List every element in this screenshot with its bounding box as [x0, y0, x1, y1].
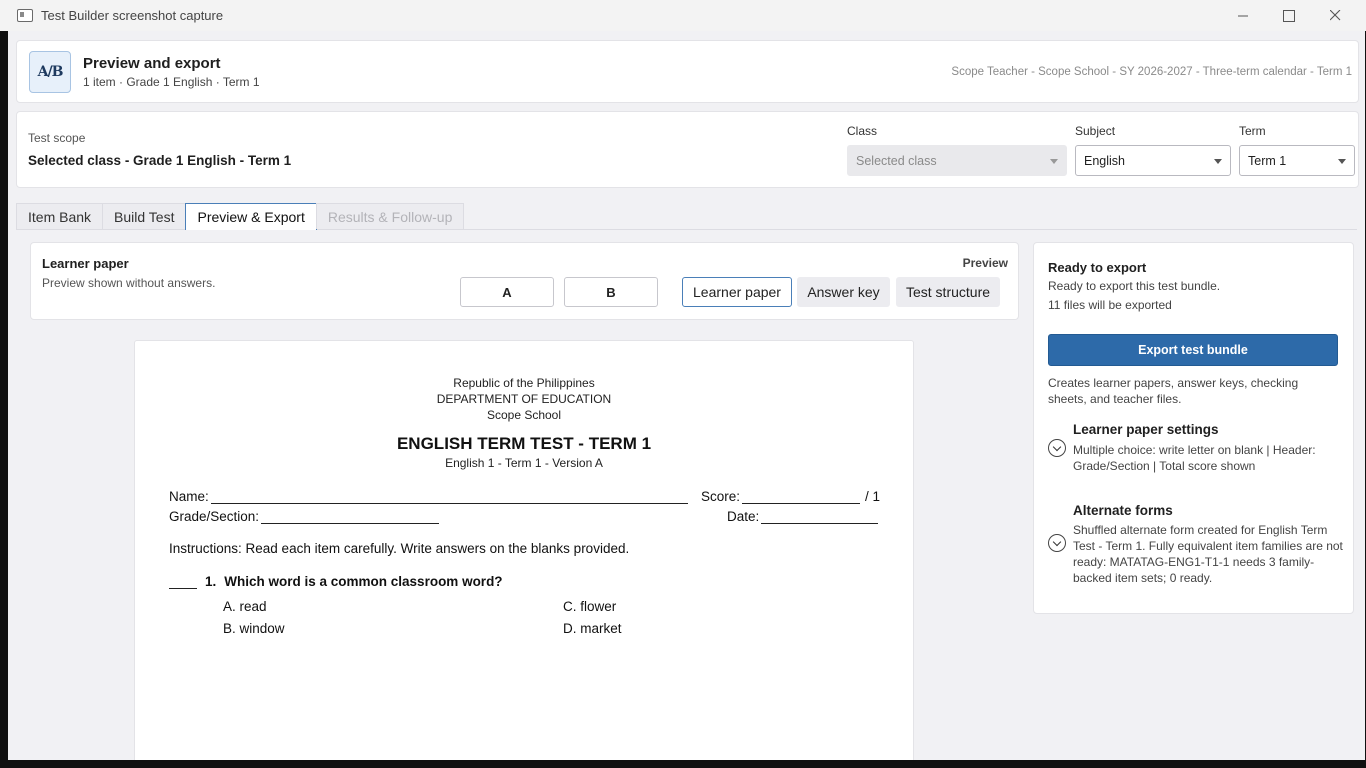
alternate-forms-body: Shuffled alternate form created for Engl… [1073, 523, 1343, 585]
page-header: A/B Preview and export 1 item · Grade 1 … [16, 40, 1359, 103]
tab-preview-export[interactable]: Preview & Export [185, 203, 317, 230]
choice-c: C. flower [563, 599, 617, 614]
grade-label: Grade/Section: [169, 509, 260, 524]
name-blank [210, 489, 688, 504]
paper-department-line: DEPARTMENT OF EDUCATION [436, 392, 612, 406]
date-field: Date: [727, 509, 879, 524]
maximize-button[interactable] [1266, 0, 1312, 31]
answer-blank [169, 574, 197, 589]
answer-key-toggle[interactable]: Answer key [797, 277, 890, 307]
test-scope-panel: Test scope Selected class - Grade 1 Engl… [16, 111, 1359, 188]
learner-paper-preview: Republic of the Philippines DEPARTMENT O… [134, 340, 914, 760]
name-label: Name: [169, 489, 209, 504]
chevron-down-icon[interactable] [1048, 439, 1066, 457]
page-title: Preview and export [83, 55, 221, 72]
window-titlebar: Test Builder screenshot capture [0, 0, 1366, 31]
close-button[interactable] [1312, 0, 1358, 31]
page-subtitle: 1 item · Grade 1 English · Term 1 [83, 75, 260, 89]
tab-item-bank[interactable]: Item Bank [16, 203, 104, 229]
name-field: Name: [169, 489, 688, 504]
choice-b: B. window [223, 621, 285, 636]
paper-instructions: Instructions: Read each item carefully. … [169, 541, 630, 556]
question-1: 1. Which word is a common classroom word… [169, 574, 503, 589]
user-context: Scope Teacher - Scope School - SY 2026-2… [951, 66, 1352, 78]
chevron-down-icon[interactable] [1048, 534, 1066, 552]
subject-select[interactable]: English [1075, 145, 1231, 176]
minimize-button[interactable] [1220, 0, 1266, 31]
score-total: / 1 [865, 489, 881, 504]
chevron-down-icon [1214, 159, 1222, 164]
form-b-button[interactable]: B [564, 277, 658, 307]
chevron-down-icon [1338, 159, 1346, 164]
export-panel: Ready to export Ready to export this tes… [1033, 242, 1354, 614]
export-status-line: Ready to export this test bundle. [1048, 279, 1221, 293]
choice-a: A. read [223, 599, 267, 614]
app-content: A/B Preview and export 1 item · Grade 1 … [8, 31, 1365, 760]
subject-label: Subject [1075, 124, 1116, 138]
alternate-forms-title[interactable]: Alternate forms [1073, 503, 1173, 518]
paper-version: English 1 - Term 1 - Version A [445, 456, 603, 470]
date-label: Date: [727, 509, 760, 524]
score-blank [742, 489, 861, 504]
window-title: Test Builder screenshot capture [41, 8, 224, 23]
class-select: Selected class [847, 145, 1067, 176]
score-label: Score: [701, 489, 741, 504]
minimize-icon [1237, 15, 1248, 17]
grade-field: Grade/Section: [169, 509, 440, 524]
question-number: 1. [205, 574, 217, 589]
test-structure-toggle[interactable]: Test structure [896, 277, 1000, 307]
choice-d: D. market [563, 621, 622, 636]
close-icon [1329, 10, 1340, 21]
paper-school-line: Scope School [486, 408, 562, 422]
preview-controls-panel: Learner paper Preview shown without answ… [30, 242, 1019, 320]
maximize-icon [1283, 9, 1295, 22]
term-select[interactable]: Term 1 [1239, 145, 1355, 176]
class-select-value: Selected class [856, 153, 937, 168]
learner-paper-settings-title[interactable]: Learner paper settings [1073, 422, 1219, 437]
export-test-bundle-button[interactable]: Export test bundle [1048, 334, 1338, 366]
score-field: Score: / 1 [701, 489, 880, 504]
paper-title: ENGLISH TERM TEST - TERM 1 [396, 434, 652, 453]
question-text: Which word is a common classroom word? [224, 574, 503, 589]
tab-build-test[interactable]: Build Test [102, 203, 187, 229]
test-scope-label: Test scope [28, 131, 86, 145]
term-label: Term [1239, 124, 1266, 138]
chevron-down-icon [1050, 159, 1058, 164]
test-scope-value: Selected class - Grade 1 English - Term … [28, 153, 292, 168]
main-tabs: Item Bank Build Test Preview & Export Re… [16, 203, 465, 230]
subject-select-value: English [1084, 153, 1125, 168]
export-file-count: 11 files will be exported [1048, 298, 1172, 312]
learner-paper-settings-body: Multiple choice: write letter on blank |… [1073, 443, 1316, 473]
preview-label: Preview [962, 256, 1008, 270]
app-icon [17, 9, 33, 22]
class-label: Class [847, 124, 878, 138]
date-blank [761, 509, 879, 524]
paper-republic-line: Republic of the Philippines [453, 376, 595, 390]
preview-subtitle: Preview shown without answers. [42, 276, 216, 290]
export-status-title: Ready to export [1048, 260, 1147, 275]
learner-paper-toggle[interactable]: Learner paper [682, 277, 792, 307]
term-select-value: Term 1 [1248, 153, 1287, 168]
form-a-button[interactable]: A [460, 277, 554, 307]
export-description: Creates learner papers, answer keys, che… [1048, 376, 1299, 406]
ab-logo-icon: A/B [29, 51, 71, 93]
grade-blank [261, 509, 440, 524]
tab-results-follow-up: Results & Follow-up [315, 203, 465, 229]
preview-title: Learner paper [42, 256, 129, 271]
